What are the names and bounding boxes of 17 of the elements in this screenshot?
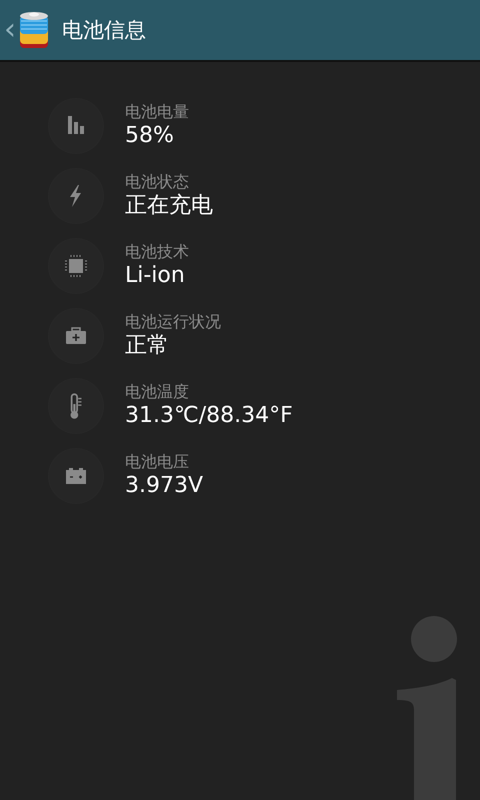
- back-button[interactable]: ‹: [4, 15, 16, 45]
- info-label: 电池电压: [125, 452, 190, 472]
- chip-icon: [62, 252, 90, 280]
- info-value: 31.3℃/88.34°F: [125, 402, 293, 430]
- info-value: 58%: [125, 122, 175, 150]
- info-label: 电池技术: [125, 242, 189, 262]
- info-label: 电池状态: [125, 172, 190, 192]
- info-label: 电池运行状况: [125, 312, 221, 332]
- thermometer-icon: [70, 392, 82, 420]
- info-label: 电池电量: [125, 102, 189, 122]
- info-value: 正常: [125, 332, 170, 360]
- screen-title: 电池信息: [62, 17, 146, 44]
- info-value: 正在充电: [125, 192, 213, 220]
- info-value: Li-ion: [125, 262, 186, 290]
- info-label: 电池温度: [125, 382, 190, 402]
- battery-app-icon: [18, 10, 50, 50]
- info-value: 3.973V: [125, 472, 204, 500]
